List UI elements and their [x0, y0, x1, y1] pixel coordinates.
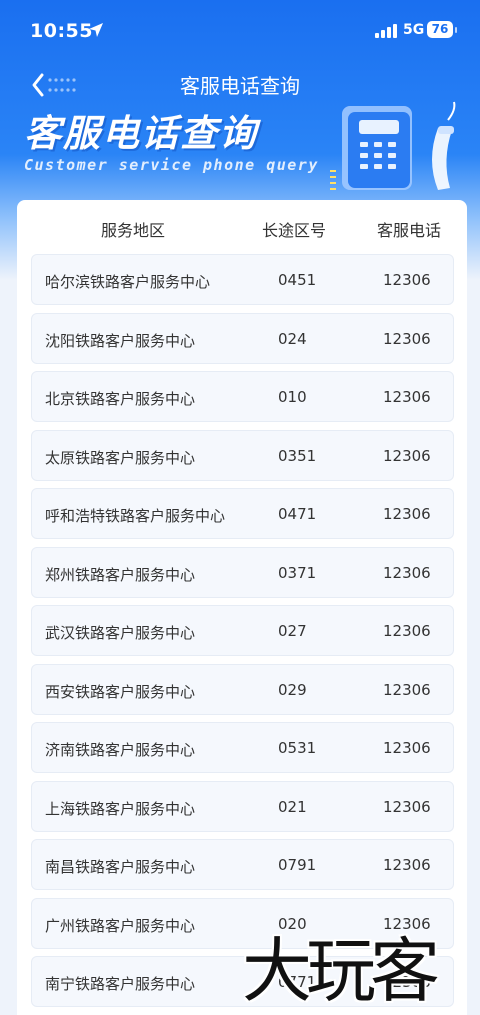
battery-tip: [455, 27, 457, 33]
row-region: 广州铁路客户服务中心: [45, 916, 196, 935]
row-region: 沈阳铁路客户服务中心: [45, 331, 196, 350]
row-area-code: 027: [278, 622, 307, 640]
table-row[interactable]: 南昌铁路客户服务中心 0791 12306: [31, 839, 454, 890]
row-phone[interactable]: 12306: [383, 564, 431, 582]
table-row[interactable]: 上海铁路客户服务中心 021 12306: [31, 780, 454, 832]
row-region: 太原铁路客户服务中心: [45, 448, 196, 467]
row-area-code: 021: [278, 797, 307, 816]
header-region: 服务地区: [101, 221, 166, 240]
table-row[interactable]: 武汉铁路客户服务中心 027 12306: [31, 605, 454, 656]
row-phone[interactable]: 12306: [383, 505, 431, 523]
row-area-code: 0451: [278, 271, 317, 289]
row-phone[interactable]: 12306: [383, 330, 431, 348]
status-time: 10:55: [30, 20, 93, 42]
row-region: 哈尔滨铁路客户服务中心: [45, 273, 211, 291]
row-phone[interactable]: 12306: [383, 271, 431, 289]
table-row[interactable]: 北京铁路客户服务中心 010 12306: [31, 371, 454, 422]
row-phone[interactable]: 12306: [383, 798, 431, 816]
row-phone[interactable]: 12306: [383, 622, 431, 640]
battery-icon: 76: [427, 21, 453, 38]
row-area-code: 0351: [278, 446, 317, 465]
row-region: 上海铁路客户服务中心: [45, 799, 196, 818]
row-region: 西安铁路客户服务中心: [45, 682, 196, 701]
table-header: 服务地区 长途区号 客服电话: [17, 217, 467, 241]
page-title: 客服电话查询: [180, 74, 300, 98]
table-row[interactable]: 呼和浩特铁路客户服务中心 0471 12306: [31, 488, 454, 539]
header-area-code: 长途区号: [262, 221, 327, 240]
table-row[interactable]: 郑州铁路客户服务中心 0371 12306: [31, 546, 454, 598]
row-region: 呼和浩特铁路客户服务中心: [45, 507, 226, 525]
header-phone: 客服电话: [377, 221, 442, 240]
phone-list-card: 服务地区 长途区号 客服电话 哈尔滨铁路客户服务中心 0451 12306 沈阳…: [17, 200, 467, 1015]
row-phone[interactable]: 12306: [383, 447, 431, 465]
network-type: 5G: [403, 22, 425, 38]
table-row[interactable]: 哈尔滨铁路客户服务中心 0451 12306: [31, 254, 454, 305]
row-area-code: 0371: [278, 563, 317, 582]
banner-title: 客服电话查询: [24, 112, 258, 155]
row-region: 北京铁路客户服务中心: [45, 390, 196, 408]
telephone-illustration-icon: [330, 101, 456, 190]
row-region: 郑州铁路客户服务中心: [45, 565, 196, 584]
location-arrow-icon: [89, 23, 103, 37]
table-row[interactable]: 西安铁路客户服务中心 029 12306: [31, 663, 454, 715]
row-phone[interactable]: 12306: [383, 856, 431, 874]
row-region: 南昌铁路客户服务中心: [45, 858, 196, 876]
row-area-code: 0791: [278, 856, 317, 874]
row-area-code: 0471: [278, 505, 317, 523]
row-region: 南宁铁路客户服务中心: [45, 975, 196, 993]
row-area-code: 0531: [278, 739, 317, 757]
row-phone[interactable]: 12306: [383, 681, 431, 699]
cellular-signal-icon: [375, 24, 397, 38]
row-region: 武汉铁路客户服务中心: [45, 624, 196, 642]
row-phone[interactable]: 12306: [383, 388, 431, 406]
row-area-code: 029: [278, 680, 307, 699]
table-row[interactable]: 济南铁路客户服务中心 0531 12306: [31, 722, 454, 773]
table-row[interactable]: 太原铁路客户服务中心 0351 12306: [31, 429, 454, 481]
row-area-code: 010: [278, 388, 307, 406]
table-row[interactable]: 沈阳铁路客户服务中心 024 12306: [31, 312, 454, 364]
banner-subtitle: Customer service phone query: [24, 156, 319, 174]
row-region: 济南铁路客户服务中心: [45, 741, 196, 759]
row-phone[interactable]: 12306: [383, 739, 431, 757]
status-bar: 10:55 5G 76: [0, 18, 480, 48]
watermark-logo: 大玩客: [242, 930, 440, 1012]
row-area-code: 024: [278, 329, 307, 348]
